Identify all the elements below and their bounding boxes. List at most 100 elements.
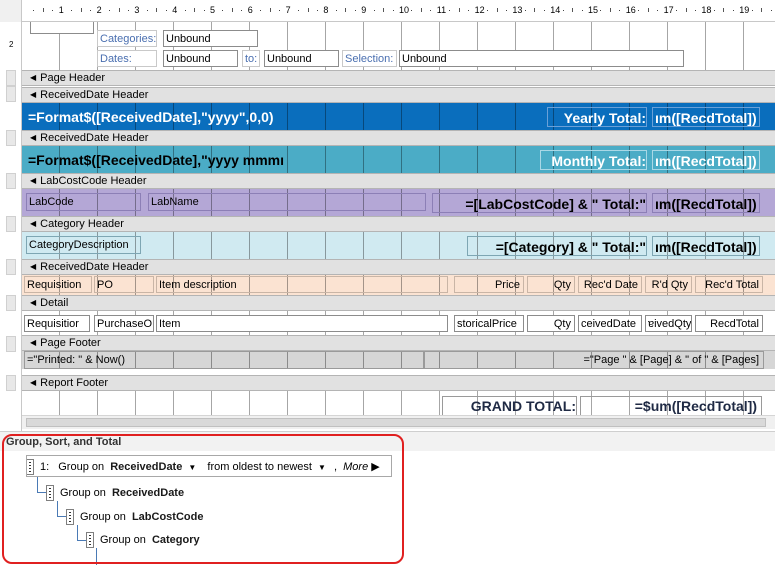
ruler-number: 13 [512, 5, 523, 15]
section-selector[interactable] [6, 336, 16, 352]
monthly-band[interactable]: =Format$([ReceivedDate],"yyyy mmmı Month… [22, 146, 775, 173]
ruler-dot [335, 10, 337, 11]
category-total-expression[interactable]: ım([RecdTotal]) [652, 236, 760, 256]
yearly-total-expression[interactable]: ım([RecdTotal]) [652, 107, 760, 127]
sort-order-dropdown[interactable]: from oldest to newest [207, 461, 312, 473]
col-label-po[interactable]: PO [94, 276, 154, 293]
chevron-down-icon[interactable]: ▼ [318, 463, 326, 472]
grand-total-label[interactable]: GRAND TOTAL: [442, 396, 577, 415]
col-label-price[interactable]: Price [454, 276, 524, 293]
page-header-bar[interactable]: ◀ Page Header [22, 70, 775, 86]
yearly-total-label[interactable]: Yearly Total: [547, 107, 647, 127]
section-selector[interactable] [6, 259, 16, 275]
page-number-expression[interactable]: ="Page " & [Page] & " of " & [Pages] [424, 351, 764, 369]
labcost-total-label[interactable]: =[LabCostCode] & " Total:" [432, 193, 647, 213]
ruler-number: 11 [436, 5, 447, 15]
section-selector[interactable] [6, 295, 16, 311]
group-field[interactable]: LabCostCode [132, 511, 204, 523]
category-description-field[interactable]: CategoryDescription [26, 236, 141, 254]
grip-icon[interactable] [86, 532, 94, 548]
col-label-recd-date[interactable]: Rec'd Date [578, 276, 642, 293]
page-footer-bar[interactable]: ◀ Page Footer [22, 335, 775, 351]
group-field[interactable]: ReceivedDate [112, 487, 184, 499]
group-on-label: Group on [100, 533, 146, 546]
detail-received-qty[interactable]: ɐivedQty [645, 315, 692, 332]
section-selector[interactable] [6, 130, 16, 146]
section-selector[interactable] [6, 216, 16, 232]
group-level-1[interactable]: 1: Group on ReceivedDate ▼ from oldest t… [26, 455, 392, 477]
detail-band[interactable]: Requisitior PurchaseO Item storicalPrice… [22, 311, 775, 335]
report-footer-bar[interactable]: ◀ Report Footer [22, 375, 775, 391]
col-label-recd-total[interactable]: Rec'd Total [695, 276, 763, 293]
detail-requisition[interactable]: Requisitior [24, 315, 90, 332]
receiveddate-header-bar-2[interactable]: ◀ ReceivedDate Header [22, 130, 775, 146]
horizontal-scrollbar[interactable] [22, 415, 775, 429]
ruler-corner[interactable] [0, 0, 22, 22]
receiveddate-header-bar[interactable]: ◀ ReceivedDate Header [22, 87, 775, 103]
categories-field[interactable]: Unbound [163, 30, 258, 47]
report-header-band[interactable]: Categories: Unbound Dates: Unbound to: U… [22, 22, 775, 70]
category-band[interactable]: CategoryDescription =[Category] & " Tota… [22, 232, 775, 259]
grip-icon[interactable] [66, 509, 74, 525]
page-footer-band[interactable]: ="Printed: " & Now() ="Page " & [Page] &… [22, 351, 775, 375]
monthly-total-expression[interactable]: ım([RecdTotal]) [652, 150, 760, 170]
detail-recd-total[interactable]: RecdTotal [695, 315, 763, 332]
group-field-dropdown[interactable]: ReceivedDate [110, 461, 182, 473]
more-button[interactable]: More ▶ [343, 461, 380, 473]
monthly-expression[interactable]: =Format$([ReceivedDate],"yyyy mmmı [26, 150, 296, 170]
selection-field[interactable]: Unbound [399, 50, 684, 67]
ruler-dot [127, 10, 129, 11]
ruler-dot [713, 10, 715, 11]
labcostcode-header-bar[interactable]: ◀ LabCostCode Header [22, 173, 775, 189]
labname-field[interactable]: LabName [148, 193, 426, 211]
section-selector[interactable] [6, 70, 16, 86]
chevron-down-icon[interactable]: ▼ [188, 463, 196, 472]
header-box[interactable] [30, 22, 94, 34]
yearly-expression[interactable]: =Format$([ReceivedDate],"yyyy",0,0) [26, 107, 306, 127]
group-level-4[interactable]: Group on Category [86, 532, 200, 548]
scrollbar-thumb[interactable] [26, 418, 766, 427]
col-label-requisition[interactable]: Requisition [24, 276, 92, 293]
group-field[interactable]: Category [152, 534, 200, 546]
ruler-number: 19 [739, 5, 750, 15]
section-selector[interactable] [6, 86, 16, 102]
detail-bar[interactable]: ◀ Detail [22, 295, 775, 311]
section-selector[interactable] [6, 173, 16, 189]
column-label-band[interactable]: Requisition PO Item description Price Qt… [22, 275, 775, 295]
monthly-total-label[interactable]: Monthly Total: [540, 150, 647, 170]
detail-item[interactable]: Item [156, 315, 448, 332]
ruler-dot [770, 10, 772, 11]
detail-historical-price[interactable]: storicalPrice [454, 315, 524, 332]
grip-icon[interactable] [46, 485, 54, 501]
group-level-3[interactable]: Group on LabCostCode [66, 509, 203, 525]
printed-expression[interactable]: ="Printed: " & Now() [24, 351, 424, 369]
col-label-rd-qty[interactable]: R'd Qty [645, 276, 692, 293]
section-collapse-icon: ◀ [30, 90, 37, 99]
ruler-number: 6 [247, 5, 253, 15]
labcost-total-expression[interactable]: ım([RecdTotal]) [652, 193, 760, 213]
grand-total-expression[interactable]: =$um([RecdTotal]) [580, 396, 762, 415]
group-level-2[interactable]: Group on ReceivedDate [46, 485, 184, 501]
col-label-qty[interactable]: Qty [527, 276, 575, 293]
dates-to-field[interactable]: Unbound [264, 50, 339, 67]
ruler-dot [260, 10, 262, 11]
ruler-dot [676, 10, 678, 11]
col-label-item-description[interactable]: Item description [156, 276, 448, 293]
detail-qty[interactable]: Qty [527, 315, 575, 332]
yearly-band[interactable]: =Format$([ReceivedDate],"yyyy",0,0) Year… [22, 103, 775, 130]
ruler-tick [307, 8, 309, 12]
detail-received-date[interactable]: ceivedDate [578, 315, 642, 332]
detail-purchase-order[interactable]: PurchaseO [94, 315, 154, 332]
report-footer-band[interactable]: GRAND TOTAL: =$um([RecdTotal]) [22, 391, 775, 415]
ruler-number: 8 [323, 5, 329, 15]
labcode-field[interactable]: LabCode [26, 193, 141, 211]
grip-icon[interactable] [26, 459, 34, 475]
labcostcode-band[interactable]: LabCode LabName =[LabCostCode] & " Total… [22, 189, 775, 216]
section-selector[interactable] [6, 375, 16, 391]
ruler-dot [203, 10, 205, 11]
ruler-dot [392, 10, 394, 11]
receiveddate-header-bar-3[interactable]: ◀ ReceivedDate Header [22, 259, 775, 275]
category-total-label[interactable]: =[Category] & " Total:" [467, 236, 647, 256]
category-header-bar[interactable]: ◀ Category Header [22, 216, 775, 232]
dates-from-field[interactable]: Unbound [163, 50, 238, 67]
